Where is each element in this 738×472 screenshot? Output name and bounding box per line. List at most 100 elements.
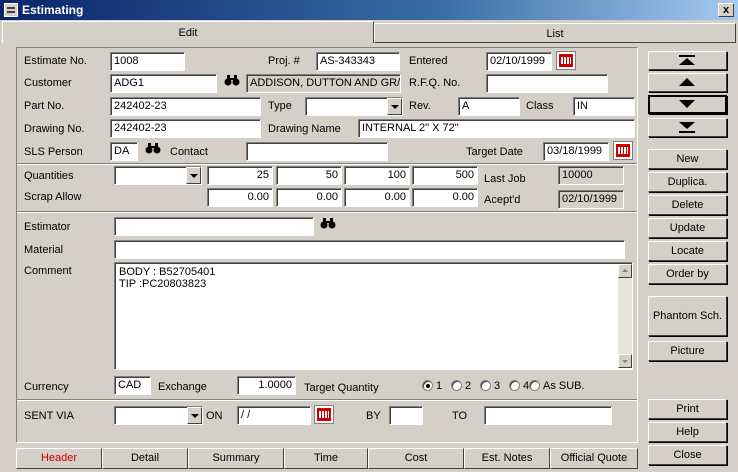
comment-textarea[interactable]: BODY : B52705401 TIP :PC20803823 xyxy=(114,262,633,370)
qty-field-1[interactable]: 25 xyxy=(207,166,273,185)
close-icon[interactable]: x xyxy=(718,3,734,17)
drawing-name-label: Drawing Name xyxy=(268,123,341,135)
customer-lookup-icon[interactable] xyxy=(222,74,242,93)
chevron-down-icon[interactable] xyxy=(186,167,201,184)
entered-label: Entered xyxy=(409,55,448,67)
rev-label: Rev. xyxy=(409,100,431,112)
tab-summary[interactable]: Summary xyxy=(188,448,284,469)
contact-label: Contact xyxy=(170,146,208,158)
target-qty-radio-3[interactable] xyxy=(480,380,491,391)
to-label: TO xyxy=(452,410,468,422)
duplicate-button[interactable]: Duplica. xyxy=(648,172,727,192)
sls-person-field[interactable]: DA xyxy=(110,142,138,161)
sls-lookup-icon[interactable] xyxy=(143,142,163,161)
print-button[interactable]: Print xyxy=(648,399,727,419)
on-label: ON xyxy=(206,410,223,422)
on-date-field[interactable]: / / xyxy=(237,406,311,425)
quantities-select[interactable] xyxy=(114,166,202,185)
class-label: Class xyxy=(526,100,554,112)
previous-record-button[interactable] xyxy=(648,73,727,92)
last-record-icon xyxy=(679,122,695,133)
delete-button[interactable]: Delete xyxy=(648,195,727,215)
to-field[interactable] xyxy=(484,406,612,425)
previous-record-icon xyxy=(679,78,695,86)
scrap-field-1[interactable]: 0.00 xyxy=(207,188,273,207)
part-no-field[interactable]: 242402-23 xyxy=(110,97,261,116)
contact-field[interactable] xyxy=(246,142,388,161)
scroll-down-icon[interactable] xyxy=(618,354,632,368)
chevron-down-icon[interactable] xyxy=(387,98,402,115)
scroll-up-icon[interactable] xyxy=(618,264,632,278)
class-field[interactable]: IN xyxy=(573,97,635,116)
estimator-lookup-icon[interactable] xyxy=(318,217,338,236)
tab-time[interactable]: Time xyxy=(284,448,368,469)
sent-via-select[interactable] xyxy=(114,406,203,425)
tab-header[interactable]: Header xyxy=(16,448,102,469)
phantom-sch-button[interactable]: Phantom Sch. xyxy=(648,296,727,336)
currency-label: Currency xyxy=(24,381,69,393)
qty-field-4[interactable]: 500 xyxy=(412,166,478,185)
help-button[interactable]: Help xyxy=(648,422,727,442)
update-button[interactable]: Update xyxy=(648,218,727,238)
first-record-button[interactable] xyxy=(648,51,727,70)
target-qty-radio-4[interactable] xyxy=(509,380,520,391)
last-record-button[interactable] xyxy=(648,118,727,137)
customer-code-field[interactable]: ADG1 xyxy=(110,74,217,93)
last-job-label: Last Job xyxy=(484,173,526,185)
target-qty-radio-1[interactable] xyxy=(422,380,433,391)
exchange-label: Exchange xyxy=(158,381,207,393)
title-bar: Estimating x xyxy=(0,0,738,20)
qty-field-2[interactable]: 50 xyxy=(276,166,342,185)
entered-date-field[interactable]: 02/10/1999 xyxy=(486,52,552,71)
tab-list[interactable]: List xyxy=(374,23,736,43)
target-qty-option-label: 2 xyxy=(465,380,472,392)
target-qty-radio-2[interactable] xyxy=(451,380,462,391)
proj-label: Proj. # xyxy=(268,55,300,67)
currency-field[interactable]: CAD xyxy=(114,376,151,395)
target-qty-radio-sub[interactable] xyxy=(529,380,540,391)
close-button[interactable]: Close xyxy=(648,445,727,465)
scrap-field-2[interactable]: 0.00 xyxy=(276,188,342,207)
locate-button[interactable]: Locate xyxy=(648,241,727,261)
type-select[interactable] xyxy=(305,97,403,116)
drawing-no-label: Drawing No. xyxy=(24,123,85,135)
divider xyxy=(17,211,637,213)
target-date-label: Target Date xyxy=(466,146,523,158)
target-date-field[interactable]: 03/18/1999 xyxy=(543,142,609,161)
estimator-label: Estimator xyxy=(24,221,71,233)
next-record-icon xyxy=(679,100,695,108)
material-label: Material xyxy=(24,244,64,256)
accepted-date-field: 02/10/1999 xyxy=(558,190,624,209)
on-date-calendar-icon[interactable] xyxy=(314,405,334,424)
target-qty-option-label: 1 xyxy=(436,380,443,392)
tab-est-notes[interactable]: Est. Notes xyxy=(464,448,550,469)
new-button[interactable]: New xyxy=(648,149,727,169)
tab-cost[interactable]: Cost xyxy=(368,448,464,469)
tab-edit[interactable]: Edit xyxy=(2,21,374,43)
material-field[interactable] xyxy=(114,240,625,259)
customer-label: Customer xyxy=(24,77,72,89)
drawing-name-field[interactable]: INTERNAL 2" X 72" xyxy=(358,119,635,138)
scrap-field-4[interactable]: 0.00 xyxy=(412,188,478,207)
chevron-down-icon[interactable] xyxy=(187,407,202,424)
scrap-field-3[interactable]: 0.00 xyxy=(344,188,410,207)
qty-field-3[interactable]: 100 xyxy=(344,166,410,185)
estimate-no-field[interactable]: 1008 xyxy=(110,52,185,71)
tab-detail[interactable]: Detail xyxy=(102,448,188,469)
exchange-field[interactable]: 1.0000 xyxy=(237,376,296,395)
by-field[interactable] xyxy=(389,406,423,425)
drawing-no-field[interactable]: 242402-23 xyxy=(110,119,261,138)
rev-field[interactable]: A xyxy=(458,97,520,116)
order-by-button[interactable]: Order by xyxy=(648,264,727,284)
comment-scrollbar[interactable] xyxy=(618,264,632,368)
picture-button[interactable]: Picture xyxy=(648,341,727,361)
entered-calendar-icon[interactable] xyxy=(556,51,576,70)
tab-official-quote[interactable]: Official Quote xyxy=(550,448,638,469)
estimator-field[interactable] xyxy=(114,217,314,236)
rfq-field[interactable] xyxy=(486,74,608,93)
by-label: BY xyxy=(366,410,381,422)
next-record-button[interactable] xyxy=(648,95,727,114)
last-job-field: 10000 xyxy=(558,166,624,185)
target-date-calendar-icon[interactable] xyxy=(613,141,633,160)
proj-field[interactable]: AS-343343 xyxy=(316,52,400,71)
